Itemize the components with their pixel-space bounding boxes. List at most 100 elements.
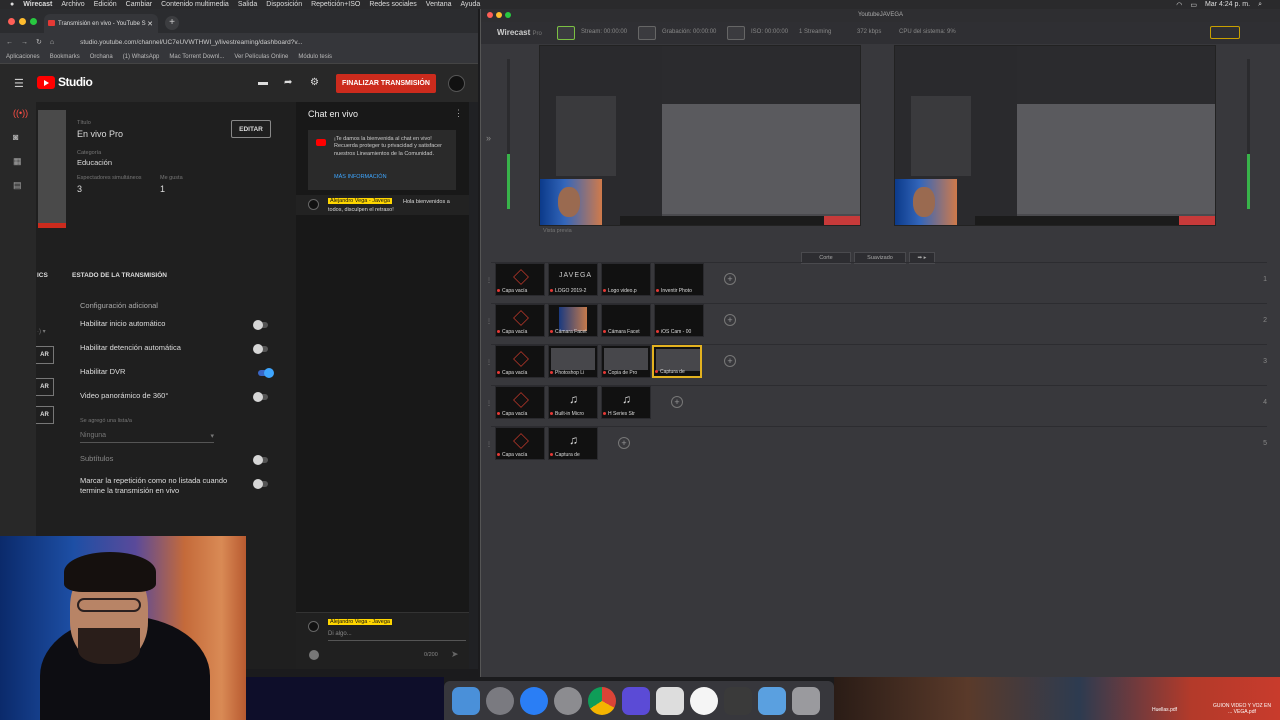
system-preferences-icon[interactable] [554, 687, 582, 715]
add-shot-button[interactable]: + [618, 437, 630, 449]
menu-item-repeticion[interactable]: Repetición+ISO [311, 1, 360, 8]
reload-icon[interactable]: ↻ [36, 38, 42, 46]
more-options-icon[interactable]: ⋮ [454, 108, 463, 119]
side-button[interactable]: AR [36, 406, 54, 424]
content-icon[interactable]: ▤ [13, 180, 22, 191]
bookmark-item[interactable]: Mac Torrent Downl... [169, 54, 224, 60]
forward-icon[interactable]: → [21, 39, 28, 46]
record-toggle-icon[interactable] [638, 26, 656, 40]
menu-item-salida[interactable]: Salida [238, 1, 257, 8]
wirecast-icon[interactable] [724, 687, 752, 715]
menu-item-cambiar[interactable]: Cambiar [126, 1, 152, 8]
imovie-icon[interactable] [622, 687, 650, 715]
toggle-360[interactable] [253, 392, 268, 402]
menu-icon[interactable]: ☰ [14, 77, 24, 90]
shot-logo[interactable]: JAVEGA LOGO 2019-2 [548, 263, 598, 296]
bookmark-item[interactable]: Ver Películas Online [234, 54, 288, 60]
shot-empty[interactable]: Capa vacía [495, 304, 545, 337]
share-icon[interactable]: ➦ [284, 77, 292, 88]
battery-icon[interactable]: ▭ [1190, 1, 1197, 9]
menu-item-disposicion[interactable]: Disposición [266, 1, 302, 8]
edit-button[interactable]: EDITAR [231, 120, 271, 138]
toggle-auto-stop[interactable] [253, 344, 268, 354]
wifi-icon[interactable]: ◠ [1176, 1, 1182, 9]
finder-icon[interactable] [452, 687, 480, 715]
document-icon[interactable] [656, 687, 684, 715]
close-tab-icon[interactable]: ✕ [147, 20, 153, 28]
side-button[interactable]: AR [36, 378, 54, 396]
end-stream-button[interactable]: FINALIZAR TRANSMISIÓN [336, 74, 436, 93]
trash-icon[interactable] [792, 687, 820, 715]
menu-clock[interactable]: Mar 4:24 p. m. [1205, 1, 1250, 8]
home-icon[interactable]: ⌂ [50, 39, 54, 46]
calendar-icon[interactable]: ▦ [13, 156, 22, 167]
toggle-subtitles[interactable] [253, 455, 268, 465]
url-field[interactable]: studio.youtube.com/channel/UC7eUVWTHWI_y… [80, 39, 302, 46]
chat-input[interactable]: Di algo... [328, 631, 466, 641]
shot-capture-audio[interactable]: ♫ Captura de [548, 427, 598, 460]
send-icon[interactable]: ➤ [451, 649, 459, 660]
drag-handle-icon[interactable]: ⋮ [486, 277, 492, 284]
toggle-unlisted[interactable] [253, 479, 268, 489]
new-tab-button[interactable]: + [165, 16, 179, 30]
menu-item-contenido[interactable]: Contenido multimedia [161, 1, 229, 8]
drag-handle-icon[interactable]: ⋮ [486, 318, 492, 325]
menu-item-redes[interactable]: Redes sociales [369, 1, 416, 8]
preview-monitor[interactable] [539, 45, 861, 226]
browser-tab[interactable]: Transmisión en vivo - YouTube S ✕ [44, 14, 158, 33]
stream-toggle-icon[interactable] [557, 26, 575, 40]
shot-mic[interactable]: ♫ Built-in Micro [548, 386, 598, 419]
shot-h-series[interactable]: ♫ H Series Str [601, 386, 651, 419]
iso-toggle-icon[interactable] [727, 26, 745, 40]
tab-analytics-cut[interactable]: ICS [37, 272, 48, 279]
youtube-logo-icon[interactable] [37, 76, 55, 89]
apple-icon[interactable]: ● [10, 1, 14, 8]
music-icon[interactable] [690, 687, 718, 715]
shot-copy[interactable]: Copia de Pro [601, 345, 651, 378]
bookmark-item[interactable]: Módulo tesis [298, 54, 332, 60]
drag-handle-icon[interactable]: ⋮ [486, 359, 492, 366]
menu-item-ayuda[interactable]: Ayuda [461, 1, 481, 8]
menu-item-archivo[interactable]: Archivo [61, 1, 84, 8]
camera-icon[interactable]: ◙ [13, 132, 18, 142]
add-shot-button[interactable]: + [671, 396, 683, 408]
add-shot-button[interactable]: + [724, 314, 736, 326]
live-monitor[interactable] [894, 45, 1216, 226]
shot-logo-video[interactable]: Logo video.p [601, 263, 651, 296]
shot-screen-capture-selected[interactable]: Captura de [652, 345, 702, 378]
collapse-arrow-icon[interactable]: » [486, 133, 491, 143]
tab-stream-health[interactable]: ESTADO DE LA TRANSMISIÓN [72, 272, 167, 279]
shot-photo[interactable]: Inventir Photo [654, 263, 704, 296]
menu-app-name[interactable]: Wirecast [23, 1, 52, 8]
stream-thumbnail[interactable] [38, 110, 66, 228]
zoom-window-button[interactable] [30, 18, 37, 25]
add-shot-button[interactable]: + [724, 355, 736, 367]
bookmark-item[interactable]: Aplicaciones [6, 54, 40, 60]
launchpad-icon[interactable] [486, 687, 514, 715]
chrome-icon[interactable] [588, 687, 616, 715]
minimize-window-button[interactable] [496, 12, 502, 18]
shot-camera[interactable]: Cámara Facet [548, 304, 598, 337]
status-lights[interactable] [1210, 26, 1240, 39]
shot-empty[interactable]: Capa vacía [495, 386, 545, 419]
gear-icon[interactable]: ⚙ [310, 77, 319, 88]
bookmark-item[interactable]: Orchana [90, 54, 113, 60]
side-button[interactable]: AR [36, 346, 54, 364]
shot-empty[interactable]: Capa vacía [495, 263, 545, 296]
menu-item-ventana[interactable]: Ventana [426, 1, 452, 8]
emoji-icon[interactable] [309, 650, 319, 660]
desktop-file-label[interactable]: Huellas.pdf [1152, 707, 1177, 713]
drag-handle-icon[interactable]: ⋮ [486, 441, 492, 448]
avatar[interactable] [448, 75, 465, 92]
studio-logo-text[interactable]: Studio [58, 75, 93, 89]
app-store-icon[interactable] [520, 687, 548, 715]
playlist-select[interactable]: Ninguna ▾ [80, 432, 214, 443]
close-window-button[interactable] [487, 12, 493, 18]
bookmark-item[interactable]: (1) WhatsApp [123, 54, 160, 60]
zoom-window-button[interactable] [505, 12, 511, 18]
downloads-folder-icon[interactable] [758, 687, 786, 715]
desktop-file-label[interactable]: GUION VIDEO Y VOZ EN ... VEGA.pdf [1212, 703, 1272, 715]
toggle-dvr[interactable] [258, 368, 274, 378]
toggle-auto-start[interactable] [253, 320, 268, 330]
shot-photoshop[interactable]: Photoshop Li [548, 345, 598, 378]
